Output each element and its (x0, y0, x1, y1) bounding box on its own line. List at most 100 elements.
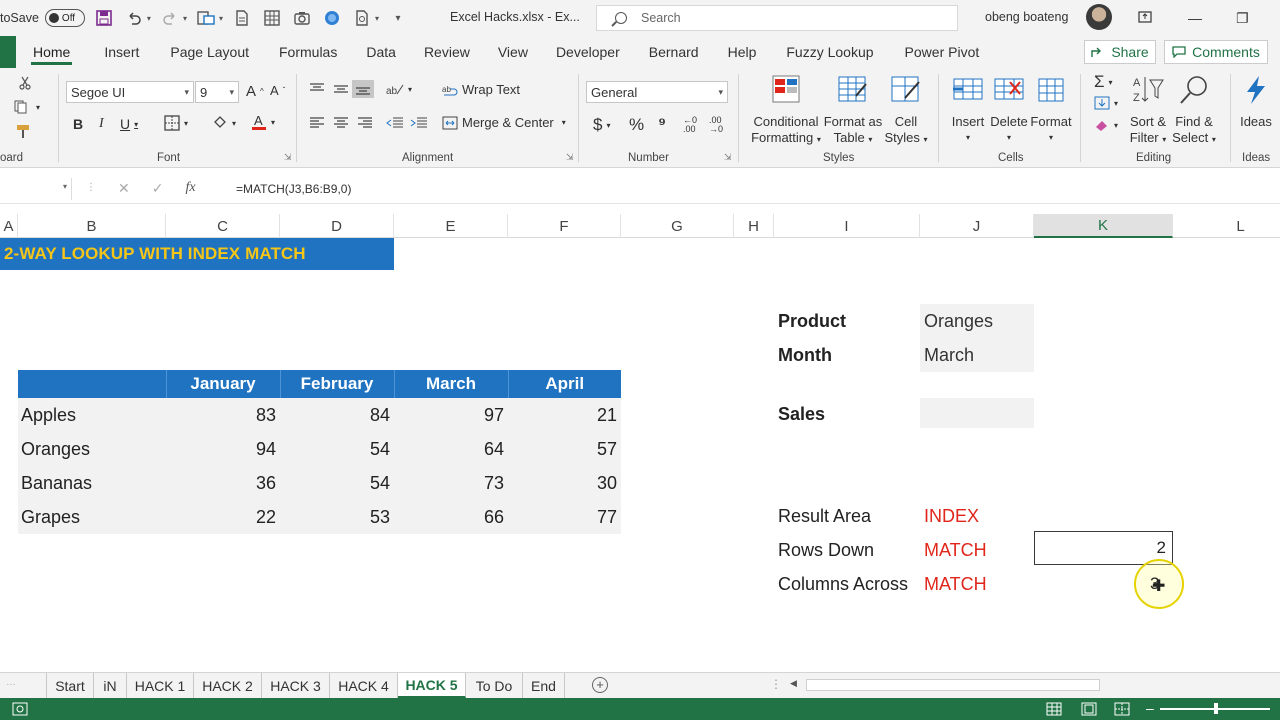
globe-icon[interactable] (321, 7, 343, 29)
column-header-i[interactable]: I (774, 214, 920, 238)
format-painter-icon[interactable] (16, 124, 32, 140)
customize-qat-icon[interactable]: ▾ (387, 7, 409, 29)
sheet-tab-hack-4[interactable]: HACK 4 (330, 673, 398, 698)
value-cell[interactable]: 53 (280, 500, 394, 534)
column-header-a[interactable]: A (0, 214, 18, 238)
value-cell[interactable]: 94 (166, 432, 280, 466)
result-area-label[interactable]: Result Area (778, 506, 871, 527)
comments-button[interactable]: Comments (1164, 40, 1268, 64)
tab-help[interactable]: Help (728, 36, 757, 68)
tab-review[interactable]: Review (424, 36, 470, 68)
value-cell[interactable]: 66 (394, 500, 508, 534)
align-center-icon[interactable] (333, 116, 349, 130)
rows-match-label[interactable]: MATCH (924, 540, 987, 561)
sheet-banner-title[interactable]: 2-WAY LOOKUP WITH INDEX MATCH (0, 238, 394, 270)
insert-cells-button[interactable]: Insert ▾ (948, 74, 988, 146)
table-header-cell[interactable]: January (166, 370, 281, 398)
document-icon[interactable] (231, 7, 253, 29)
row-label-cell[interactable]: Oranges (18, 432, 166, 466)
sheet-tab-to-do[interactable]: To Do (466, 673, 523, 698)
clear-icon[interactable]: ▾ (1094, 118, 1118, 132)
delete-cells-button[interactable]: Delete ▾ (988, 74, 1030, 146)
tab-file[interactable] (0, 36, 16, 68)
align-left-icon[interactable] (309, 116, 325, 130)
paste-special-icon[interactable] (195, 7, 217, 29)
value-cell[interactable]: 54 (280, 432, 394, 466)
page-layout-view-icon[interactable] (1081, 702, 1097, 719)
format-as-table-button[interactable]: Format as Table ▾ (820, 74, 886, 148)
autosave-toggle[interactable]: Off (44, 9, 85, 27)
table-header-cell[interactable] (18, 370, 167, 398)
formula-input[interactable]: =MATCH(J3,B6:B9,0) (236, 182, 351, 196)
alignment-dialog-launcher-icon[interactable]: ⇲ (566, 152, 574, 163)
format-cells-button[interactable]: Format ▾ (1028, 74, 1074, 146)
column-header-k[interactable]: K (1034, 214, 1173, 238)
sales-result-cell[interactable] (920, 398, 1034, 428)
sort-filter-button[interactable]: AZ Sort & Filter ▾ (1126, 74, 1170, 148)
italic-icon[interactable]: I (99, 116, 104, 132)
orientation-icon[interactable]: ab ▾ (386, 82, 412, 97)
sheet-tab-hack-1[interactable]: HACK 1 (127, 673, 194, 698)
conditional-formatting-button[interactable]: Conditional Formatting ▾ (748, 74, 824, 148)
normal-view-icon[interactable] (1046, 702, 1062, 719)
month-input-cell[interactable]: March (920, 338, 1034, 372)
value-cell[interactable]: 64 (394, 432, 508, 466)
product-label[interactable]: Product (778, 311, 846, 332)
copy-icon[interactable]: ▾ (14, 100, 40, 114)
sales-label[interactable]: Sales (778, 404, 825, 425)
value-cell[interactable]: 77 (508, 500, 621, 534)
wrap-text-button[interactable]: ab Wrap Text (442, 82, 520, 97)
underline-icon[interactable]: U ▾ (120, 116, 138, 132)
value-cell[interactable]: 84 (280, 398, 394, 432)
sheet-tab-hack-2[interactable]: HACK 2 (194, 673, 262, 698)
camera-icon[interactable] (291, 7, 313, 29)
row-label-cell[interactable]: Grapes (18, 500, 166, 534)
tab-formulas[interactable]: Formulas (279, 36, 337, 68)
avatar[interactable] (1086, 4, 1112, 30)
value-cell[interactable]: 21 (508, 398, 621, 432)
undo-caret-icon[interactable]: ▾ (147, 14, 151, 23)
column-header-f[interactable]: F (508, 214, 621, 238)
tab-view[interactable]: View (498, 36, 528, 68)
row-label-cell[interactable]: Apples (18, 398, 166, 432)
cancel-icon[interactable]: ✕ (118, 180, 130, 197)
borders-icon[interactable]: ▾ (164, 115, 188, 131)
print-caret-icon[interactable]: ▾ (375, 14, 379, 23)
column-header-d[interactable]: D (280, 214, 394, 238)
tab-data[interactable]: Data (366, 36, 396, 68)
bold-icon[interactable]: B (73, 116, 83, 132)
font-color-icon[interactable]: A ▾ (251, 113, 275, 131)
value-cell[interactable]: 36 (166, 466, 280, 500)
index-function-label[interactable]: INDEX (924, 506, 979, 527)
cell-styles-button[interactable]: Cell Styles ▾ (880, 74, 932, 148)
row-label-cell[interactable]: Bananas (18, 466, 166, 500)
merge-center-button[interactable]: Merge & Center ▾ (442, 115, 566, 130)
column-header-e[interactable]: E (394, 214, 508, 238)
add-sheet-icon[interactable]: + (592, 677, 608, 693)
number-dialog-launcher-icon[interactable]: ⇲ (724, 152, 732, 163)
column-header-h[interactable]: H (734, 214, 774, 238)
zoom-out-icon[interactable]: – (1146, 700, 1154, 716)
decrease-decimal-icon[interactable]: .00 →0 (709, 116, 723, 134)
value-cell[interactable]: 22 (166, 500, 280, 534)
share-button[interactable]: Share (1084, 40, 1156, 64)
horizontal-scrollbar[interactable] (806, 679, 1100, 691)
comma-style-icon[interactable]: ⁹ (658, 114, 666, 134)
ribbon-display-options-icon[interactable] (1138, 10, 1152, 26)
zoom-slider-thumb[interactable] (1214, 703, 1218, 714)
number-format-select[interactable]: General ▾ (586, 81, 728, 103)
tab-fuzzy-lookup[interactable]: Fuzzy Lookup (786, 36, 873, 68)
redo-icon[interactable] (159, 7, 181, 29)
save-icon[interactable] (93, 7, 115, 29)
columns-match-label[interactable]: MATCH (924, 574, 987, 595)
decrease-font-icon[interactable]: Aˇ (270, 83, 285, 98)
increase-indent-icon[interactable] (410, 116, 428, 130)
value-cell[interactable]: 57 (508, 432, 621, 466)
column-header-l[interactable]: L (1173, 214, 1280, 238)
redo-caret-icon[interactable]: ▾ (183, 14, 187, 23)
columns-across-label[interactable]: Columns Across (778, 574, 908, 595)
decrease-indent-icon[interactable] (386, 116, 404, 130)
fill-color-icon[interactable]: ▾ (212, 114, 236, 132)
increase-decimal-icon[interactable]: ←0.00 (683, 116, 697, 134)
column-header-g[interactable]: G (621, 214, 734, 238)
